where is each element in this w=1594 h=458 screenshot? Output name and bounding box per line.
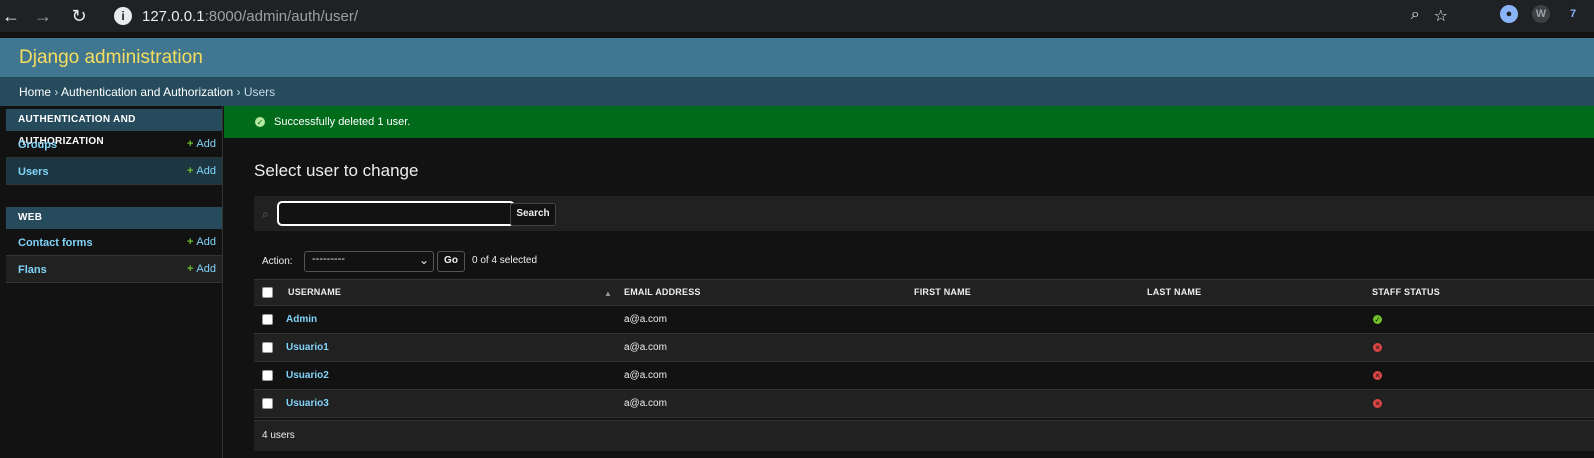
table-row: Usuario2 a@a.com ✕ [254, 362, 1594, 390]
x-circle-icon: ✕ [1373, 371, 1382, 380]
reload-icon[interactable]: ↻ [66, 3, 92, 29]
add-contact-forms-link[interactable]: + Add [187, 236, 216, 248]
table-row: Usuario1 a@a.com ✕ [254, 334, 1594, 362]
plus-icon: + [186, 138, 194, 150]
go-button[interactable]: Go [437, 251, 465, 272]
extension-search-icon[interactable]: ● [1500, 5, 1518, 23]
action-select-value: --------- [312, 253, 345, 265]
add-label: Add [196, 138, 216, 150]
address-bar[interactable]: i 127.0.0.1:8000/admin/auth/user/ ⌕ ☆ [104, 2, 1460, 30]
module-auth: AUTHENTICATION AND AUTHORIZATION Groups … [6, 109, 222, 185]
breadcrumb-app[interactable]: Authentication and Authorization [61, 85, 233, 99]
back-arrow-icon[interactable]: ← [0, 3, 24, 29]
sidebar-item-groups[interactable]: Groups + Add [6, 131, 222, 158]
add-flans-link[interactable]: + Add [187, 263, 216, 275]
action-select[interactable]: --------- ⌄ [304, 251, 434, 272]
add-users-link[interactable]: + Add [187, 165, 216, 177]
breadcrumb-current: Users [243, 85, 276, 99]
email-cell: a@a.com [624, 314, 667, 325]
add-label: Add [196, 165, 216, 177]
action-label: Action: [262, 256, 293, 267]
sort-ascending-icon[interactable]: ▲ [604, 289, 612, 298]
table-row: Admin a@a.com ✓ [254, 306, 1594, 334]
sidebar-item-label[interactable]: Flans [18, 264, 47, 276]
result-count: 4 users [262, 430, 295, 441]
zoom-icon[interactable]: ⌕ [1411, 6, 1420, 26]
breadcrumb-home[interactable]: Home [19, 85, 51, 99]
row-checkbox[interactable] [262, 398, 273, 409]
check-circle-icon: ✓ [1373, 315, 1382, 324]
search-icon: ⌕ [262, 207, 269, 221]
extension-translate-icon[interactable]: 7 [1564, 5, 1582, 23]
column-header-email[interactable]: EMAIL ADDRESS [624, 287, 701, 297]
search-button[interactable]: Search [510, 203, 556, 226]
message-text: Successfully deleted 1 user. [274, 116, 411, 128]
sidebar-item-label[interactable]: Groups [18, 139, 57, 151]
url-host: 127.0.0.1 [142, 7, 205, 25]
column-header-last-name[interactable]: LAST NAME [1147, 287, 1201, 297]
url-path: :8000/admin/auth/user/ [204, 7, 358, 25]
browser-toolbar: ← → ↻ i 127.0.0.1:8000/admin/auth/user/ … [0, 0, 1594, 32]
forward-arrow-icon[interactable]: → [30, 3, 56, 29]
bookmark-star-icon[interactable]: ☆ [1434, 6, 1448, 26]
url-text[interactable]: 127.0.0.1:8000/admin/auth/user/ [142, 8, 358, 25]
x-circle-icon: ✕ [1373, 343, 1382, 352]
row-checkbox[interactable] [262, 370, 273, 381]
plus-icon: + [186, 236, 194, 248]
changelist-search-toolbar: ⌕ Search [254, 196, 1594, 231]
row-checkbox[interactable] [262, 314, 273, 325]
select-all-checkbox[interactable] [262, 287, 273, 298]
module-caption[interactable]: AUTHENTICATION AND AUTHORIZATION [6, 109, 222, 147]
site-info-icon[interactable]: i [114, 7, 132, 25]
email-cell: a@a.com [624, 398, 667, 409]
table-header: USERNAME ▲ EMAIL ADDRESS FIRST NAME LAST… [254, 279, 1594, 306]
sidebar-item-contact-forms[interactable]: Contact forms + Add [6, 229, 222, 256]
sidebar-item-label[interactable]: Users [18, 166, 49, 178]
success-message: ✓ Successfully deleted 1 user. [224, 106, 1594, 138]
nav-sidebar: AUTHENTICATION AND AUTHORIZATION Groups … [0, 106, 223, 458]
username-link[interactable]: Usuario2 [286, 370, 329, 381]
sidebar-item-flans[interactable]: Flans + Add [6, 256, 222, 283]
add-groups-link[interactable]: + Add [187, 138, 216, 150]
add-label: Add [196, 263, 216, 275]
username-link[interactable]: Admin [286, 314, 317, 325]
table-row: Usuario3 a@a.com ✕ [254, 390, 1594, 418]
paginator: 4 users [254, 420, 1594, 451]
breadcrumb-separator: › [51, 85, 62, 99]
check-circle-icon: ✓ [255, 117, 265, 127]
sidebar-item-users[interactable]: Users + Add [6, 158, 222, 185]
sidebar-item-label[interactable]: Contact forms [18, 237, 93, 249]
email-cell: a@a.com [624, 342, 667, 353]
plus-icon: + [186, 165, 194, 177]
column-header-first-name[interactable]: FIRST NAME [914, 287, 971, 297]
username-link[interactable]: Usuario1 [286, 342, 329, 353]
plus-icon: + [186, 263, 194, 275]
column-header-username[interactable]: USERNAME [288, 287, 341, 297]
extension-ws-icon[interactable]: W [1532, 5, 1550, 23]
module-web: WEB Contact forms + Add Flans + Add [6, 207, 222, 283]
actions-bar: Action: --------- ⌄ Go 0 of 4 selected [254, 250, 654, 272]
module-caption[interactable]: WEB [6, 207, 222, 229]
username-link[interactable]: Usuario3 [286, 398, 329, 409]
action-counter: 0 of 4 selected [472, 255, 538, 266]
breadcrumb-separator: › [233, 85, 244, 99]
site-branding[interactable]: Django administration [19, 47, 203, 69]
search-input[interactable] [278, 202, 514, 225]
add-label: Add [196, 236, 216, 248]
row-checkbox[interactable] [262, 342, 273, 353]
site-header: Django administration [0, 38, 1594, 77]
page-title: Select user to change [254, 161, 419, 180]
email-cell: a@a.com [624, 370, 667, 381]
breadcrumb: Home › Authentication and Authorization … [0, 77, 1594, 106]
result-list-table: USERNAME ▲ EMAIL ADDRESS FIRST NAME LAST… [254, 279, 1594, 418]
column-header-staff-status[interactable]: STAFF STATUS [1372, 287, 1440, 297]
chevron-down-icon: ⌄ [418, 253, 429, 267]
x-circle-icon: ✕ [1373, 399, 1382, 408]
